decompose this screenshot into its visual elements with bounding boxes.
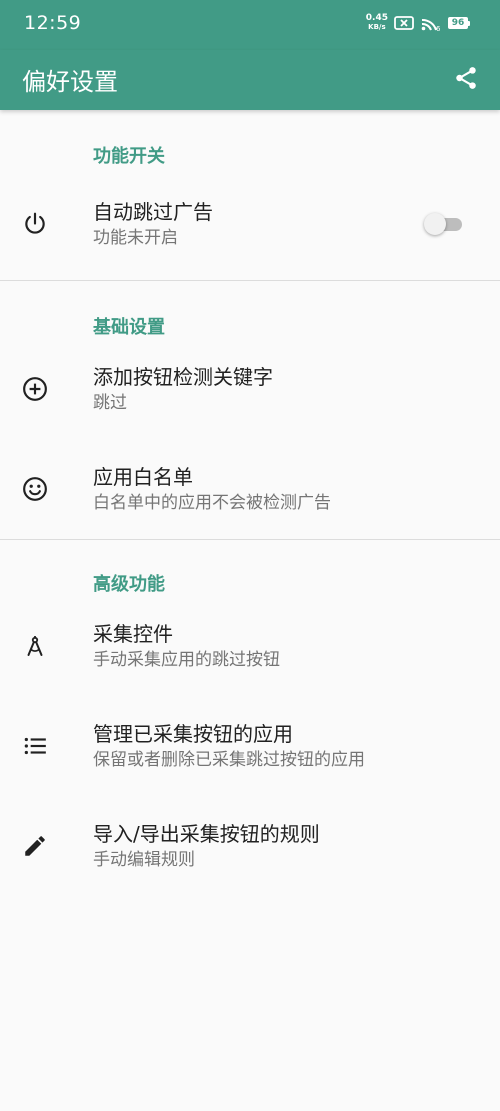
section-basic-settings: 基础设置 添加按钮检测关键字 跳过 应用白名单 白名单中的应用不会被检测广告 (0, 281, 500, 540)
auto-skip-toggle[interactable] (424, 213, 466, 235)
section-header: 功能开关 (93, 146, 165, 167)
item-title: 添加按钮检测关键字 (93, 365, 273, 389)
add-circle-icon (21, 375, 49, 403)
item-title: 管理已采集按钮的应用 (93, 722, 293, 746)
preference-list: 功能开关 自动跳过广告 功能未开启 基础设置 添加按钮检测关键字 跳过 应用白名… (0, 110, 500, 896)
auto-skip-ads-item[interactable]: 自动跳过广告 功能未开启 (0, 168, 500, 280)
item-summary: 保留或者删除已采集跳过按钮的应用 (93, 750, 365, 770)
item-title: 自动跳过广告 (93, 200, 213, 224)
smiley-icon (21, 475, 49, 503)
app-whitelist-item[interactable]: 应用白名单 白名单中的应用不会被检测广告 (0, 439, 500, 539)
share-button[interactable] (448, 62, 484, 98)
battery-icon: 96 (448, 17, 470, 29)
status-icons: 0.45 KB/s 6 96 (366, 14, 470, 32)
item-summary: 手动采集应用的跳过按钮 (93, 650, 280, 670)
manage-collected-apps-item[interactable]: 管理已采集按钮的应用 保留或者删除已采集跳过按钮的应用 (0, 696, 500, 796)
item-title: 导入/导出采集按钮的规则 (93, 822, 320, 846)
compass-icon (21, 632, 49, 660)
add-keyword-item[interactable]: 添加按钮检测关键字 跳过 (0, 339, 500, 439)
pencil-icon (21, 832, 49, 860)
svg-text:6: 6 (436, 25, 441, 32)
item-summary: 手动编辑规则 (93, 850, 195, 870)
item-title: 采集控件 (93, 622, 173, 646)
page-title: 偏好设置 (22, 68, 118, 96)
item-title: 应用白名单 (93, 465, 193, 489)
network-speed-unit: KB/s (368, 23, 386, 31)
list-icon (21, 732, 49, 760)
item-summary: 跳过 (93, 393, 127, 413)
app-bar: 偏好设置 (0, 50, 500, 110)
status-bar: 12:59 0.45 KB/s 6 96 (0, 0, 500, 50)
import-export-rules-item[interactable]: 导入/导出采集按钮的规则 手动编辑规则 (0, 796, 500, 896)
network-speed: 0.45 KB/s (366, 14, 388, 32)
item-summary: 白名单中的应用不会被检测广告 (93, 493, 331, 513)
battery-level: 96 (448, 17, 468, 29)
section-feature-switch: 功能开关 自动跳过广告 功能未开启 (0, 110, 500, 281)
sim-disabled-icon (394, 15, 414, 31)
wifi-icon: 6 (420, 14, 442, 32)
share-icon (453, 65, 479, 95)
network-speed-value: 0.45 (365, 13, 388, 23)
status-time: 12:59 (24, 12, 82, 34)
item-summary: 功能未开启 (93, 228, 178, 248)
section-header: 基础设置 (93, 317, 165, 338)
power-icon (21, 210, 49, 238)
section-header: 高级功能 (93, 574, 165, 595)
collect-widget-item[interactable]: 采集控件 手动采集应用的跳过按钮 (0, 596, 500, 696)
section-advanced: 高级功能 采集控件 手动采集应用的跳过按钮 管理已采集按钮的应用 保留或者删除已… (0, 540, 500, 896)
